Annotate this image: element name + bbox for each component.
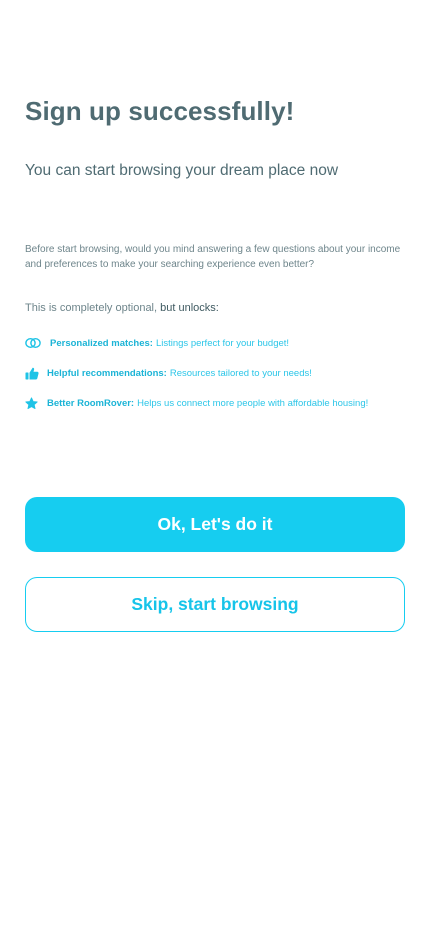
page-title: Sign up successfully! — [25, 96, 295, 126]
optional-note-emphasis: but unlocks: — [160, 302, 219, 314]
benefit-better-roomrover: Better RoomRover: Helps us connect more … — [25, 388, 415, 418]
benefit-label: Personalized matches: — [50, 337, 153, 349]
benefit-description: Helps us connect more people with afford… — [137, 397, 369, 409]
thumbs-up-icon — [25, 365, 47, 381]
signup-success-screen: Sign up successfully! You can start brow… — [0, 0, 430, 932]
skip-browsing-button[interactable]: Skip, start browsing — [25, 577, 405, 632]
lets-do-it-button[interactable]: Ok, Let's do it — [25, 497, 405, 552]
link-icon — [25, 335, 50, 351]
benefit-description: Listings perfect for your budget! — [155, 337, 290, 349]
benefit-helpful-recommendations: Helpful recommendations: Resources tailo… — [25, 358, 415, 388]
benefits-list: Personalized matches: Listings perfect f… — [25, 328, 415, 418]
benefit-label: Helpful recommendations: — [47, 367, 167, 379]
benefit-personalized-matches: Personalized matches: Listings perfect f… — [25, 328, 415, 358]
optional-note: This is completely optional, but unlocks… — [25, 302, 219, 314]
intro-text: Before start browsing, would you mind an… — [25, 244, 401, 270]
star-icon — [25, 395, 47, 411]
page-subtitle: You can start browsing your dream place … — [25, 162, 339, 179]
benefit-description: Resources tailored to your needs! — [169, 367, 312, 379]
optional-note-prefix: This is completely optional, — [25, 302, 161, 314]
benefit-label: Better RoomRover: — [47, 397, 135, 409]
